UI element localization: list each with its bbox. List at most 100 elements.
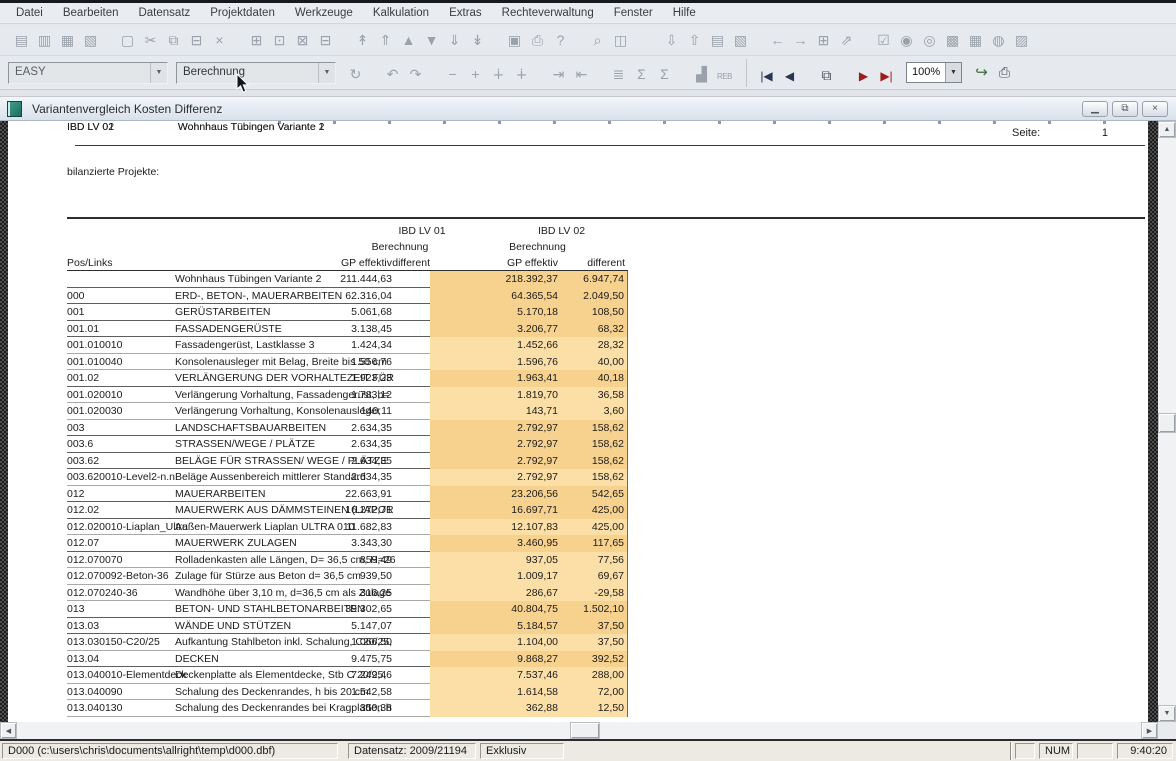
close-icon[interactable]: ×: [1142, 101, 1168, 117]
properties-icon[interactable]: ▣: [503, 29, 526, 51]
chevron-down-icon[interactable]: ▼: [945, 63, 961, 82]
horizontal-scrollbar[interactable]: ◀ ▶: [0, 722, 1158, 739]
vertical-scroll-thumb[interactable]: [1158, 413, 1176, 433]
separator[interactable]: [752, 29, 766, 51]
minimize-icon[interactable]: ▁: [1082, 101, 1108, 117]
profile-combobox[interactable]: EASY ▼: [8, 62, 168, 84]
run-to-end-icon[interactable]: ▶|: [875, 65, 898, 87]
separator[interactable]: [367, 57, 381, 79]
print-report-icon[interactable]: ▤: [10, 29, 33, 51]
separator[interactable]: [632, 29, 646, 51]
document-window-titlebar[interactable]: Variantenvergleich Kosten Differenz ▁⧉×: [0, 97, 1176, 121]
indent-right-icon[interactable]: ⇥: [547, 64, 570, 86]
back-icon[interactable]: ←: [766, 29, 789, 51]
menu-item[interactable]: Kalkulation: [363, 5, 439, 21]
undo-icon[interactable]: ↶: [381, 64, 404, 86]
list-icon[interactable]: ≣: [607, 64, 630, 86]
separator[interactable]: [646, 29, 660, 51]
separator[interactable]: [801, 58, 815, 80]
insert-element-icon[interactable]: ⊡: [268, 29, 291, 51]
cut-icon[interactable]: ✂: [139, 29, 162, 51]
paste-icon[interactable]: ⊟: [185, 29, 208, 51]
separator[interactable]: [593, 57, 607, 79]
delete-icon[interactable]: ×: [208, 29, 231, 51]
chevron-down-icon[interactable]: ▼: [318, 63, 335, 83]
menu-item[interactable]: Rechteverwaltung: [492, 5, 604, 21]
separator[interactable]: [533, 57, 547, 79]
chart-icon[interactable]: ▟: [690, 64, 713, 86]
nav-prev-icon[interactable]: ◀: [778, 65, 801, 87]
separator[interactable]: [231, 29, 245, 51]
search-icon[interactable]: ⌕: [586, 29, 609, 51]
import-icon[interactable]: ⇩: [660, 29, 683, 51]
vertical-scrollbar[interactable]: ▲ ▼: [1158, 121, 1176, 722]
separator[interactable]: [838, 58, 852, 80]
tiles-icon[interactable]: ⊞: [812, 29, 835, 51]
search-all-icon[interactable]: ◍: [987, 29, 1010, 51]
menu-item[interactable]: Projektdaten: [200, 5, 285, 21]
export-icon[interactable]: ⇧: [683, 29, 706, 51]
menu-item[interactable]: Fenster: [604, 5, 663, 21]
page-preview-icon[interactable]: ▥: [33, 29, 56, 51]
exit-icon[interactable]: ↪: [970, 61, 993, 83]
report-add-icon[interactable]: ▤: [706, 29, 729, 51]
mode-combobox[interactable]: Berechnung ▼: [176, 62, 336, 84]
remove-icon[interactable]: −: [441, 63, 464, 85]
insert-position-icon[interactable]: ⊞: [245, 29, 268, 51]
sum-icon[interactable]: Σ: [653, 63, 676, 85]
insert-list-icon[interactable]: ⊟: [314, 29, 337, 51]
reb-icon[interactable]: REB: [713, 66, 736, 88]
search-project-icon[interactable]: ◉: [895, 29, 918, 51]
zoom-combobox[interactable]: 100% ▼: [906, 62, 962, 83]
image-icon[interactable]: ▦: [56, 29, 79, 51]
report-edit-icon[interactable]: ▧: [729, 29, 752, 51]
go-down-icon[interactable]: ▼: [420, 29, 443, 51]
restore-icon[interactable]: ⧉: [1112, 101, 1138, 117]
run-icon[interactable]: ▶: [852, 65, 875, 87]
print-active-icon[interactable]: ⎙: [993, 62, 1016, 84]
add-multi-icon[interactable]: ∔: [510, 64, 533, 86]
insert-sub-icon[interactable]: ⊠: [291, 29, 314, 51]
scroll-down-icon[interactable]: ▼: [1158, 705, 1176, 722]
separator[interactable]: [489, 29, 503, 51]
help-icon[interactable]: ?: [549, 29, 572, 51]
separator[interactable]: [427, 57, 441, 79]
send-icon[interactable]: ⇗: [835, 29, 858, 51]
menu-item[interactable]: Bearbeiten: [53, 5, 129, 21]
view-doc-icon[interactable]: ▩: [941, 29, 964, 51]
chevron-down-icon[interactable]: ▼: [150, 63, 167, 83]
subtotal-icon[interactable]: Ʃ: [630, 63, 653, 85]
menu-item[interactable]: Datensatz: [128, 5, 200, 21]
indent-left-icon[interactable]: ⇤: [570, 64, 593, 86]
separator[interactable]: [102, 29, 116, 51]
separator[interactable]: [858, 29, 872, 51]
add-sub-icon[interactable]: ∔: [487, 64, 510, 86]
search-record-icon[interactable]: ◎: [918, 29, 941, 51]
menu-item[interactable]: Datei: [6, 5, 53, 21]
nav-first-icon[interactable]: |◀: [755, 65, 778, 87]
copy-record-icon[interactable]: ⧉: [815, 65, 838, 87]
separator[interactable]: [337, 29, 351, 51]
go-first-icon[interactable]: ↟: [351, 29, 374, 51]
go-up-icon[interactable]: ▲: [397, 29, 420, 51]
go-down-fast-icon[interactable]: ⇓: [443, 29, 466, 51]
separator[interactable]: [676, 57, 690, 79]
go-up-fast-icon[interactable]: ⇑: [374, 29, 397, 51]
tools-icon[interactable]: ▨: [1010, 29, 1033, 51]
add-icon[interactable]: +: [464, 63, 487, 85]
split-view-icon[interactable]: ◫: [609, 29, 632, 51]
new-document-icon[interactable]: ▢: [116, 29, 139, 51]
horizontal-scroll-thumb[interactable]: [570, 722, 600, 739]
go-last-icon[interactable]: ↡: [466, 29, 489, 51]
redo-icon[interactable]: ↷: [404, 64, 427, 86]
view-table-icon[interactable]: ▦: [964, 29, 987, 51]
scroll-right-icon[interactable]: ▶: [1141, 722, 1158, 739]
menu-item[interactable]: Werkzeuge: [285, 5, 363, 21]
scroll-left-icon[interactable]: ◀: [0, 722, 17, 739]
scroll-up-icon[interactable]: ▲: [1158, 121, 1176, 138]
print-icon[interactable]: ⎙: [526, 29, 549, 51]
separator[interactable]: [572, 29, 586, 51]
menu-item[interactable]: Extras: [439, 5, 492, 21]
open-layout-icon[interactable]: ↻: [344, 64, 367, 86]
copy-icon[interactable]: ⧉: [162, 29, 185, 51]
